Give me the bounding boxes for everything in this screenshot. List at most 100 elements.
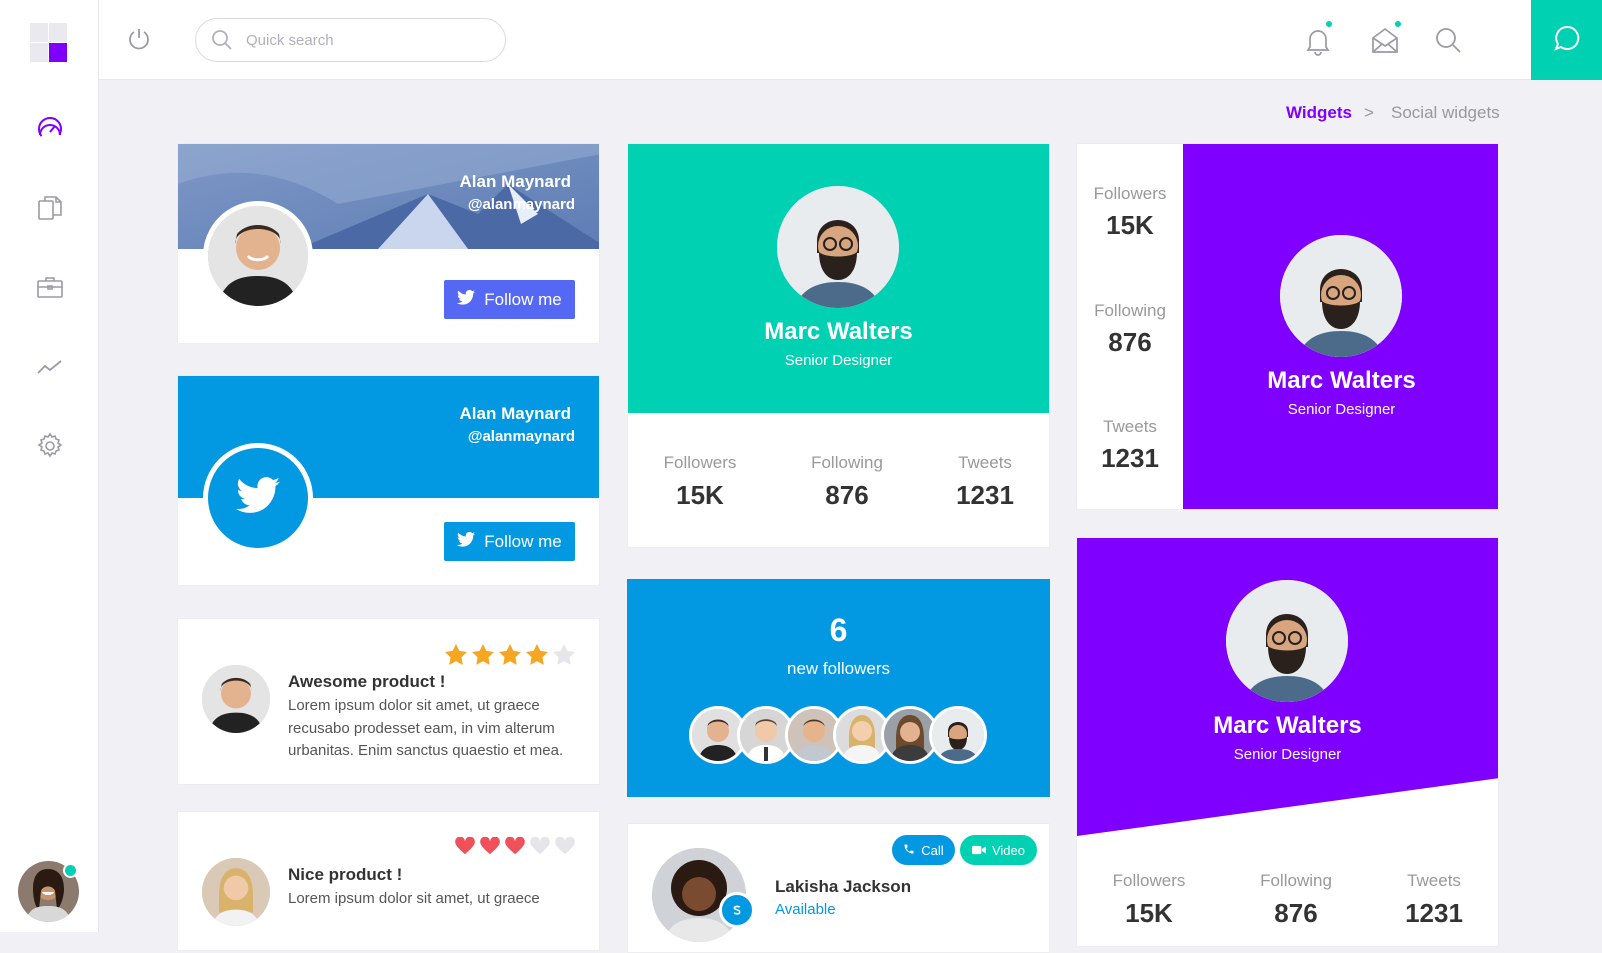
profile-card-twitter: Alan Maynard @alanmaynard Follow me (177, 375, 600, 586)
reviewer-avatar (202, 858, 270, 926)
call-label: Call (921, 842, 944, 858)
twitter-icon (457, 289, 476, 310)
following-value: 876 (825, 480, 869, 510)
follow-me-button[interactable]: Follow me (444, 280, 575, 319)
profile-card-side-stats: Followers 15K Following 876 Tweets 1231 … (1076, 143, 1499, 510)
search-icon[interactable] (1434, 26, 1464, 56)
search-input[interactable] (246, 29, 486, 51)
star-filled-icon (526, 644, 548, 665)
profile-name: Marc Walters (764, 318, 913, 345)
heart-filled-icon (505, 837, 525, 855)
heart-filled-icon (480, 837, 500, 855)
following-label: Following (811, 453, 883, 472)
chart-icon[interactable] (35, 351, 65, 381)
star-empty-icon (553, 644, 575, 665)
heart-rating (455, 837, 575, 855)
sidebar (0, 0, 99, 932)
twitter-avatar (203, 443, 313, 553)
followers-value: 15K (1106, 210, 1154, 240)
follow-me-label: Follow me (484, 289, 562, 309)
profile-card-purple: Marc Walters Senior Designer Followers 1… (1076, 537, 1499, 947)
profile-role: Senior Designer (1287, 401, 1396, 418)
profile-name: Marc Walters (1267, 367, 1416, 394)
chat-button[interactable] (1531, 0, 1602, 80)
power-icon[interactable] (126, 26, 152, 57)
skype-icon (719, 892, 755, 928)
search-icon (210, 28, 234, 57)
review-text: Lorem ipsum dolor sit amet, ut graece re… (288, 697, 564, 759)
online-status-dot (63, 863, 78, 878)
tweets-value: 1231 (1405, 898, 1463, 928)
tweets-label: Tweets (1103, 417, 1157, 436)
followers-label: Followers (1093, 184, 1167, 203)
heart-empty-icon (555, 837, 575, 855)
app-logo[interactable] (30, 23, 68, 63)
dashboard-icon[interactable] (35, 114, 65, 144)
mail-dot (1393, 19, 1403, 29)
profile-name: Alan Maynard (459, 172, 571, 191)
star-rating (445, 644, 575, 665)
briefcase-icon[interactable] (35, 272, 65, 302)
profile-card-mountain: Alan Maynard @alanmaynard Follow me (177, 143, 600, 344)
heart-filled-icon (455, 837, 475, 855)
topbar (99, 0, 1602, 80)
video-button[interactable]: Video (960, 835, 1037, 865)
following-label: Following (1260, 871, 1332, 890)
tweets-value: 1231 (1101, 443, 1159, 473)
profile-handle: @alanmaynard (467, 428, 575, 445)
chat-icon (1553, 24, 1581, 57)
contact-name: Lakisha Jackson (775, 877, 912, 896)
following-value: 876 (1274, 898, 1318, 928)
star-filled-icon (499, 644, 521, 665)
follow-me-button[interactable]: Follow me (444, 522, 575, 561)
profile-role: Senior Designer (1233, 746, 1342, 763)
breadcrumb-section[interactable]: Widgets (1286, 103, 1352, 123)
followers-label: Followers (1112, 871, 1186, 890)
profile-avatar (1280, 235, 1402, 357)
phone-icon (903, 843, 915, 858)
profile-avatar (203, 201, 313, 311)
call-button[interactable]: Call (892, 835, 955, 865)
profile-role: Senior Designer (784, 352, 893, 369)
follower-avatar[interactable] (929, 706, 987, 764)
profile-avatar (1226, 580, 1348, 702)
settings-icon[interactable] (35, 431, 65, 461)
twitter-bird-icon (236, 477, 280, 519)
reviewer-avatar (202, 665, 270, 733)
contact-status: Available (775, 901, 836, 918)
followers-value: 15K (676, 480, 724, 510)
bell-icon[interactable] (1304, 26, 1334, 56)
heart-empty-icon (530, 837, 550, 855)
followers-label: Followers (663, 453, 737, 472)
star-filled-icon (472, 644, 494, 665)
following-value: 876 (1108, 327, 1152, 357)
review-card: Nice product ! Lorem ipsum dolor sit ame… (177, 811, 600, 951)
following-label: Following (1094, 301, 1166, 320)
new-followers-count: 6 (829, 612, 848, 648)
review-title: Awesome product ! (288, 672, 446, 691)
follow-me-label: Follow me (484, 531, 562, 551)
mail-icon[interactable] (1370, 26, 1400, 56)
video-label: Video (991, 842, 1025, 858)
tweets-label: Tweets (958, 453, 1012, 472)
followers-value: 15K (1125, 898, 1173, 928)
profile-name: Alan Maynard (459, 404, 571, 423)
review-card: Awesome product ! Lorem ipsum dolor sit … (177, 618, 600, 785)
profile-card-teal: Marc Walters Senior Designer Followers 1… (627, 143, 1050, 548)
profile-handle: @alanmaynard (467, 196, 575, 213)
breadcrumb-separator: > (1364, 103, 1374, 122)
documents-icon[interactable] (35, 193, 65, 223)
video-icon (971, 843, 986, 858)
contact-card: Call Video Lakisha Jackson Available (627, 823, 1050, 953)
tweets-label: Tweets (1407, 871, 1461, 890)
star-filled-icon (445, 644, 467, 665)
tweets-value: 1231 (956, 480, 1014, 510)
notification-dot (1324, 19, 1334, 29)
search-box[interactable] (195, 18, 506, 62)
review-text: Lorem ipsum dolor sit amet, ut graece (288, 890, 540, 907)
profile-name: Marc Walters (1213, 712, 1362, 739)
profile-avatar (777, 186, 899, 308)
new-followers-label: new followers (787, 659, 890, 678)
new-followers-card: 6 new followers (627, 579, 1050, 797)
review-title: Nice product ! (288, 865, 403, 884)
